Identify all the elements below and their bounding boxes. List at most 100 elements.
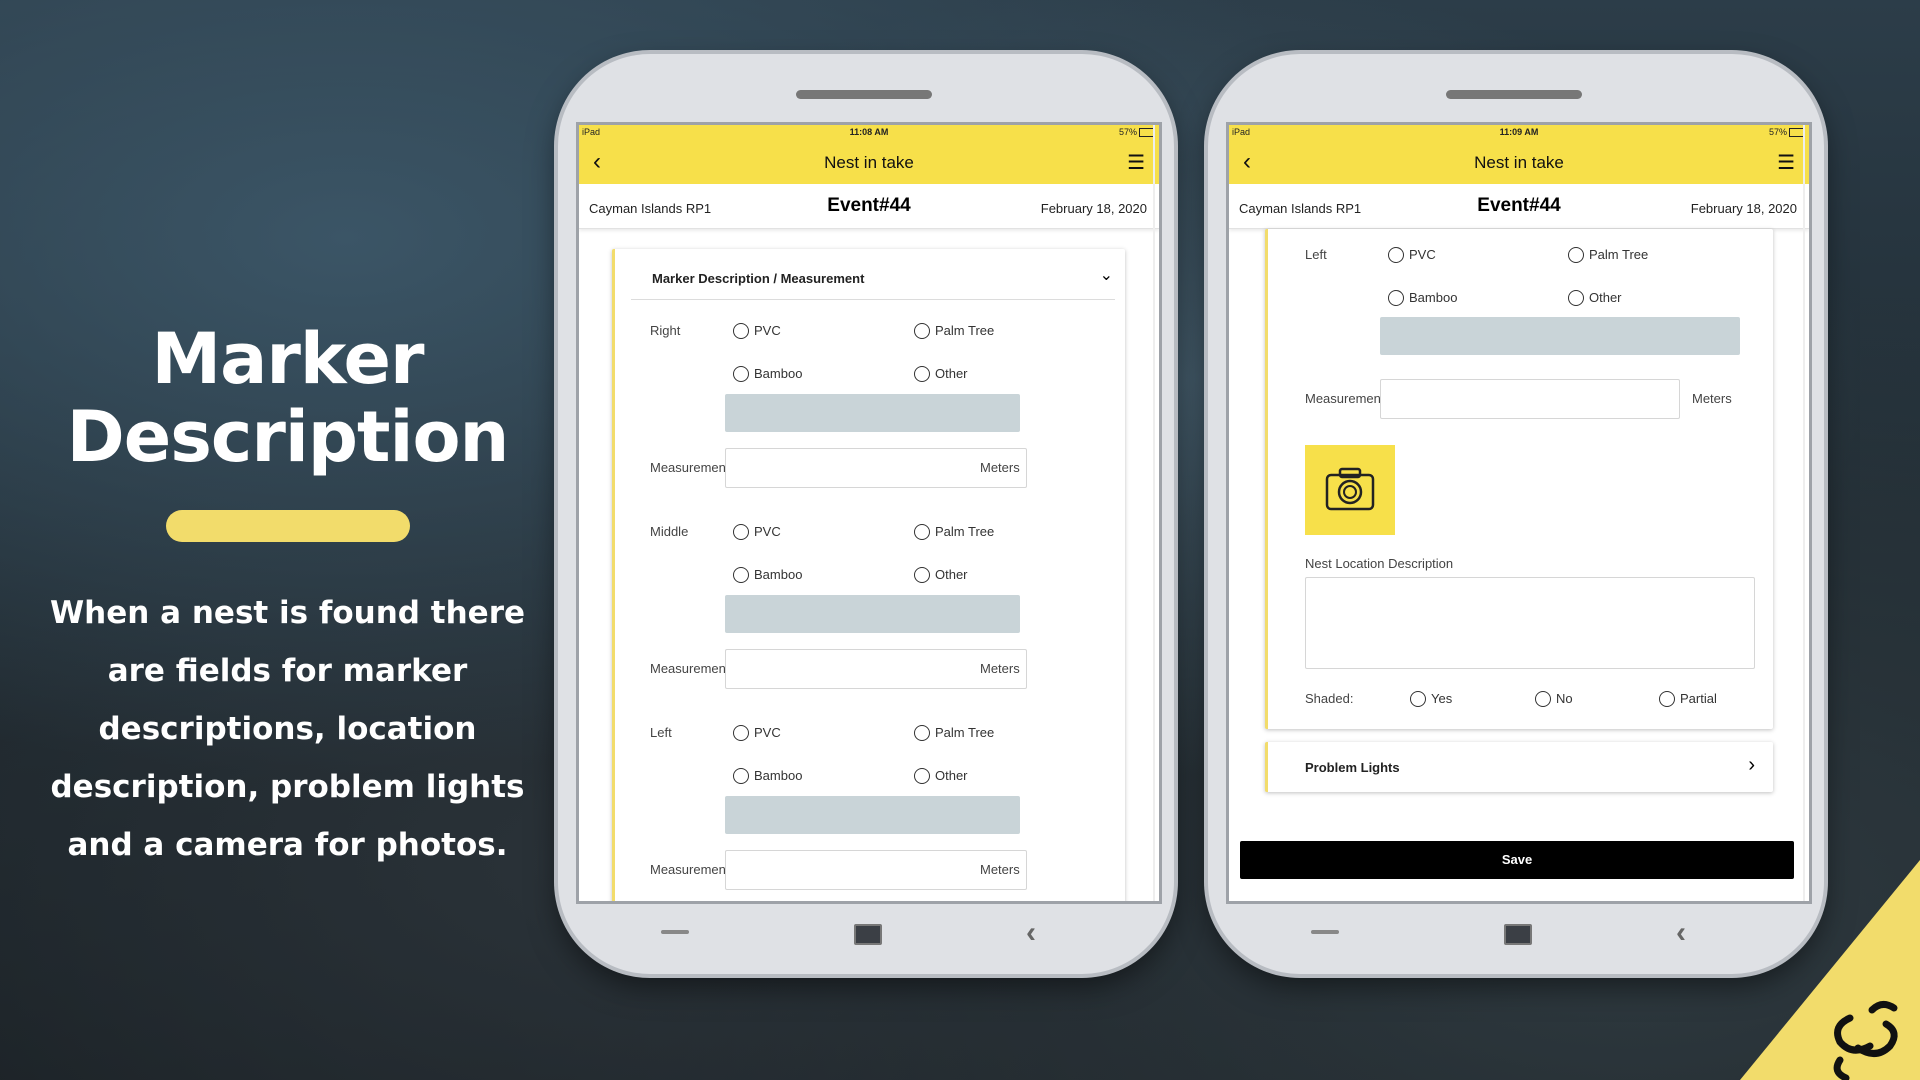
option-label: Palm Tree (935, 323, 995, 338)
option-label: Bamboo (754, 366, 803, 381)
recent-apps-icon[interactable] (661, 930, 689, 934)
radio-left-bamboo[interactable] (733, 768, 749, 784)
hero-line: and a camera for photos. (67, 827, 508, 863)
camera-button[interactable] (1305, 445, 1395, 535)
option-label: PVC (1409, 247, 1436, 262)
app-title: Nest in take (1474, 153, 1564, 172)
unit-label: Meters (980, 862, 1020, 877)
app-bar: ‹ Nest in take ☰ (1229, 140, 1809, 184)
hero-line: descriptions, location (98, 711, 477, 747)
other-field-middle[interactable] (725, 595, 1020, 633)
status-battery: 57% (1118, 127, 1137, 137)
radio-left-other[interactable] (914, 768, 930, 784)
section-title: Marker Description / Measurement (652, 271, 865, 286)
measurement-label: Measurement (650, 460, 730, 475)
hero-line: are fields for marker (107, 653, 468, 689)
app-screen: iPad 11:09 AM 57% ‹ Nest in take ☰ Cayma… (1226, 122, 1812, 904)
radio-shaded-yes[interactable] (1410, 691, 1426, 707)
speaker-grille (796, 90, 932, 99)
status-battery: 57% (1768, 127, 1787, 137)
nest-location-textarea[interactable] (1305, 577, 1755, 669)
marker-section-card: Marker Description / Measurement ⌄ Right… (612, 249, 1125, 901)
measurement-input-left[interactable] (1380, 379, 1680, 419)
camera-icon (1325, 467, 1375, 511)
radio-middle-bamboo[interactable] (733, 567, 749, 583)
event-header: Cayman Islands RP1 Event#44 February 18,… (1229, 184, 1809, 229)
event-date: February 18, 2020 (1690, 201, 1797, 216)
hero-line: When a nest is found there (49, 595, 526, 631)
status-bar: iPad 11:08 AM 57% (579, 125, 1159, 140)
shaded-label: Shaded: (1305, 691, 1354, 706)
back-nav-icon[interactable]: ‹ (1676, 916, 1686, 950)
hero-panel: Marker Description When a nest is found … (40, 320, 535, 874)
measurement-label: Measurement (1305, 391, 1385, 406)
other-field-left[interactable] (725, 796, 1020, 834)
radio-left-bamboo[interactable] (1388, 290, 1404, 306)
status-time: 11:09 AM (1499, 127, 1539, 137)
event-header: Cayman Islands RP1 Event#44 February 18,… (579, 184, 1159, 229)
group-label-middle: Middle (650, 524, 689, 539)
back-nav-icon[interactable]: ‹ (1026, 916, 1036, 950)
event-date: February 18, 2020 (1040, 201, 1147, 216)
hero-description: When a nest is found there are fields fo… (40, 584, 535, 874)
app-title: Nest in take (824, 153, 914, 172)
option-label: PVC (754, 524, 781, 539)
status-time: 11:08 AM (849, 127, 889, 137)
other-field-left[interactable] (1380, 317, 1740, 355)
home-icon[interactable] (1504, 924, 1532, 945)
radio-middle-pvc[interactable] (733, 524, 749, 540)
measurement-label: Measurement (650, 661, 730, 676)
home-icon[interactable] (854, 924, 882, 945)
scrollbar[interactable] (1803, 125, 1805, 901)
option-label: Yes (1431, 691, 1453, 706)
radio-shaded-no[interactable] (1535, 691, 1551, 707)
marker-section-card: Left PVC Palm Tree Bamboo Other Measurem… (1265, 229, 1773, 729)
radio-left-palm-tree[interactable] (1568, 247, 1584, 263)
nest-location-label: Nest Location Description (1305, 556, 1454, 571)
app-screen: iPad 11:08 AM 57% ‹ Nest in take ☰ Cayma… (576, 122, 1162, 904)
menu-icon[interactable]: ☰ (1127, 150, 1145, 175)
unit-label: Meters (980, 661, 1020, 676)
radio-right-pvc[interactable] (733, 323, 749, 339)
radio-left-pvc[interactable] (733, 725, 749, 741)
radio-left-pvc[interactable] (1388, 247, 1404, 263)
problem-lights-label: Problem Lights (1305, 760, 1400, 775)
hero-title-line2: Description (66, 396, 510, 478)
option-label: Other (1589, 290, 1622, 305)
option-label: Other (935, 567, 968, 582)
option-label: Palm Tree (935, 725, 995, 740)
radio-left-palm-tree[interactable] (914, 725, 930, 741)
option-label: Other (935, 366, 968, 381)
hero-title-line1: Marker (151, 318, 424, 400)
chevron-down-icon[interactable]: ⌄ (1100, 265, 1113, 285)
menu-icon[interactable]: ☰ (1777, 150, 1795, 175)
radio-right-bamboo[interactable] (733, 366, 749, 382)
radio-right-other[interactable] (914, 366, 930, 382)
option-label: PVC (754, 323, 781, 338)
radio-left-other[interactable] (1568, 290, 1584, 306)
option-label: No (1556, 691, 1573, 706)
save-button[interactable]: Save (1240, 841, 1794, 879)
group-label-left: Left (650, 725, 672, 740)
status-bar: iPad 11:09 AM 57% (1229, 125, 1809, 140)
radio-middle-palm-tree[interactable] (914, 524, 930, 540)
scrollbar[interactable] (1153, 125, 1155, 901)
chevron-right-icon: › (1748, 754, 1755, 776)
option-label: Bamboo (1409, 290, 1458, 305)
recent-apps-icon[interactable] (1311, 930, 1339, 934)
radio-shaded-partial[interactable] (1659, 691, 1675, 707)
other-field-right[interactable] (725, 394, 1020, 432)
unit-label: Meters (980, 460, 1020, 475)
unit-label: Meters (1692, 391, 1732, 406)
speaker-grille (1446, 90, 1582, 99)
option-label: Palm Tree (935, 524, 995, 539)
radio-right-palm-tree[interactable] (914, 323, 930, 339)
radio-middle-other[interactable] (914, 567, 930, 583)
android-nav-bar: ‹ (1208, 912, 1824, 952)
group-label-right: Right (650, 323, 681, 338)
problem-lights-row[interactable]: Problem Lights › (1265, 742, 1773, 792)
accent-bar (165, 510, 410, 542)
option-label: Palm Tree (1589, 247, 1649, 262)
hero-title: Marker Description (40, 320, 535, 476)
group-label-left: Left (1305, 247, 1327, 262)
